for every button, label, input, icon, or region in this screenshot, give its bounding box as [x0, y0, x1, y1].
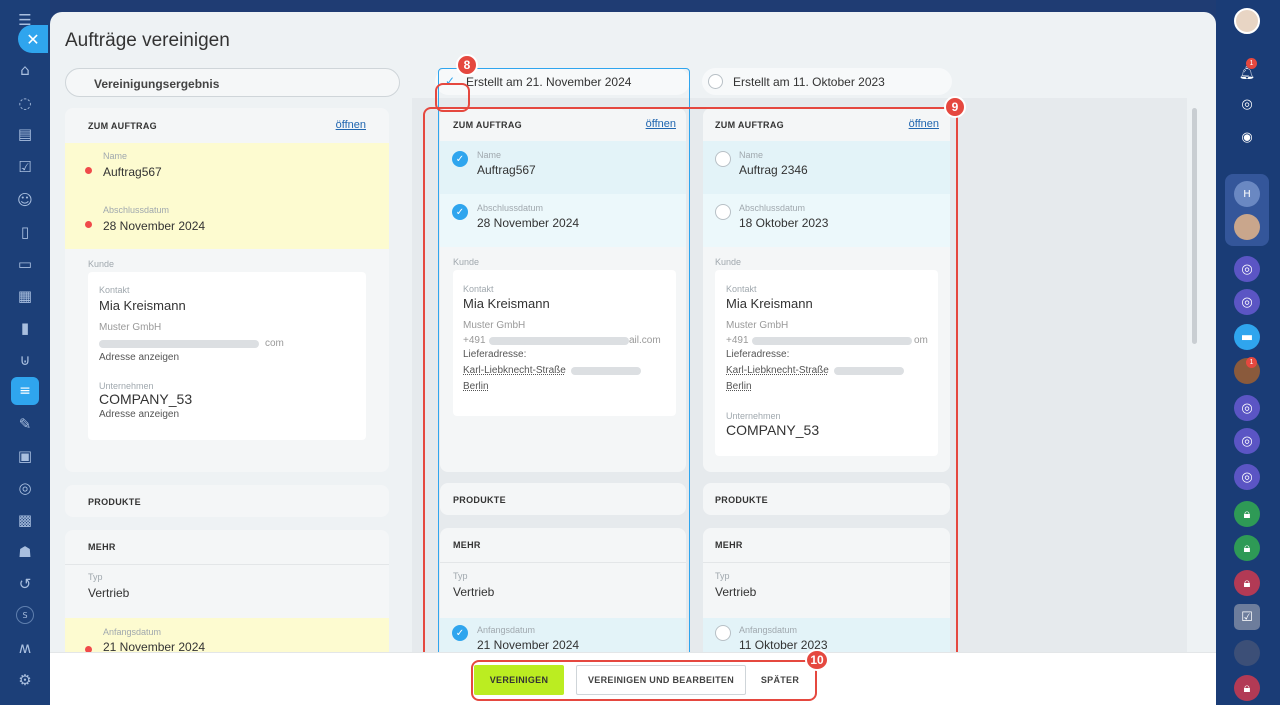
field-label: Anfangsdatum — [103, 627, 162, 637]
channel-icon[interactable]: ◎ — [1234, 464, 1260, 490]
chat-icon[interactable]: ▬ — [1234, 324, 1260, 350]
result-field-name: Name Auftrag567 — [65, 143, 389, 195]
checklist-icon[interactable]: ☑ — [1234, 604, 1260, 630]
annotation-box-10 — [471, 660, 817, 701]
blurred-email — [99, 340, 259, 348]
contact-name: Mia Kreismann — [99, 298, 186, 313]
company-address-link[interactable]: Adresse anzeigen — [99, 409, 179, 420]
lock-icon[interactable]: 🔒︎ — [1234, 570, 1260, 596]
email-tail: com — [265, 338, 284, 349]
merge-result-header: Vereinigungsergebnis — [65, 68, 400, 97]
result-more-section: MEHR Typ Vertrieb Anfangsdatum 21 Novemb… — [65, 530, 389, 660]
page-title: Aufträge vereinigen — [65, 30, 230, 51]
scrollbar[interactable] — [1192, 108, 1197, 344]
open-link[interactable]: öffnen — [336, 119, 366, 131]
lock-icon[interactable]: 🔒︎ — [1234, 675, 1260, 701]
radio-icon — [708, 74, 723, 89]
filter-icon[interactable]: ≡ — [11, 377, 39, 405]
section-title: ZUM AUFTRAG — [88, 121, 157, 131]
notification-badge: 1 — [1246, 357, 1257, 368]
dot-icon — [85, 167, 92, 174]
type-label: Typ — [88, 572, 103, 582]
tasks-icon[interactable]: ◌ — [15, 93, 35, 113]
document-icon[interactable]: ▯ — [15, 222, 35, 242]
result-order-section: ZUM AUFTRAG öffnen Name Auftrag567 Absch… — [65, 108, 389, 472]
signature-icon[interactable]: ↺ — [15, 574, 35, 594]
tab-source-2[interactable]: Erstellt am 11. Oktober 2023 — [702, 68, 952, 95]
annotation-badge-8: 8 — [456, 54, 478, 76]
home-icon[interactable]: ⌂ — [15, 60, 35, 80]
section-title: MEHR — [88, 542, 116, 552]
channel-icon[interactable]: ◎ — [1234, 395, 1260, 421]
tab-label: Erstellt am 11. Oktober 2023 — [733, 75, 885, 89]
card-icon[interactable]: ▭ — [15, 254, 35, 274]
field-label: Abschlussdatum — [103, 205, 170, 215]
avatar-icon[interactable] — [1234, 640, 1260, 666]
result-field-date: Abschlussdatum 28 November 2024 — [65, 195, 389, 249]
s-icon[interactable]: S — [16, 606, 34, 624]
analytics-icon[interactable]: ▮ — [15, 318, 35, 338]
annotation-box-9 — [423, 107, 958, 667]
lock-icon[interactable]: 🔒︎ — [1234, 535, 1260, 561]
h-avatar-icon[interactable]: H — [1234, 181, 1260, 207]
customer-card: Kontakt Mia Kreismann Muster GmbH com Ad… — [88, 272, 366, 440]
contacts-icon[interactable]: ☺ — [15, 190, 35, 210]
chat-icon[interactable]: ▤ — [15, 124, 35, 144]
gear-icon[interactable]: ◎ — [1234, 91, 1260, 117]
presentation-icon[interactable]: ▦ — [15, 286, 35, 306]
type-value: Vertrieb — [88, 586, 130, 600]
copilot-icon[interactable]: ◉ — [1234, 124, 1260, 150]
avatar-icon[interactable] — [1234, 214, 1260, 240]
divider — [65, 564, 389, 565]
close-icon[interactable]: ✕ — [18, 25, 48, 53]
channel-icon[interactable]: ◎ — [1234, 256, 1260, 282]
address-link[interactable]: Adresse anzeigen — [99, 352, 179, 363]
check-icon[interactable]: ☑ — [15, 157, 35, 177]
field-value: 28 November 2024 — [103, 219, 206, 233]
calendar-icon[interactable]: ▩ — [15, 510, 35, 530]
field-value: Auftrag567 — [103, 165, 162, 179]
cart-icon[interactable]: ⊍ — [15, 350, 35, 370]
annotation-badge-10: 10 — [805, 649, 829, 671]
contacts-book-icon[interactable]: ◎ — [15, 478, 35, 498]
left-sidebar: ☰ ⌂ ◌ ▤ ☑ ☺ ▯ ▭ ▦ ▮ ⊍ ≡ ✎ ▣ ◎ ▩ ☗ ↺ S ʍ … — [0, 0, 50, 705]
company-label: Unternehmen — [99, 381, 154, 391]
footer-bar: VEREINIGEN VEREINIGEN UND BEARBEITEN SPÄ… — [50, 649, 1216, 705]
settings-icon[interactable]: ⚙ — [15, 670, 35, 690]
field-label: Name — [103, 151, 128, 161]
customer-label: Kunde — [88, 259, 115, 269]
merge-dialog: Aufträge vereinigen Vereinigungsergebnis… — [50, 12, 1216, 705]
robot-icon[interactable]: ☗ — [15, 542, 35, 562]
avatar-icon[interactable] — [1234, 8, 1260, 34]
channel-icon[interactable]: ◎ — [1234, 428, 1260, 454]
dot-icon — [85, 221, 92, 228]
company-name: COMPANY_53 — [99, 391, 193, 407]
notification-badge: 1 — [1246, 58, 1257, 69]
right-sidebar: 🔔︎ ◎ ◉ H ◎ ◎ ▬ ◎ ◎ ◎ 🔒︎ 🔒︎ 🔒︎ ☑ 🔒︎ — [1216, 0, 1280, 705]
logo-icon[interactable]: ʍ — [15, 638, 35, 658]
annotation-badge-9: 9 — [944, 96, 966, 118]
channel-icon[interactable]: ◎ — [1234, 289, 1260, 315]
contact-label: Kontakt — [99, 285, 130, 295]
company-text: Muster GmbH — [99, 322, 162, 333]
lock-icon[interactable]: 🔒︎ — [1234, 501, 1260, 527]
edit-icon[interactable]: ✎ — [15, 414, 35, 434]
news-icon[interactable]: ▣ — [15, 446, 35, 466]
section-title: PRODUKTE — [88, 497, 141, 507]
result-products-section[interactable]: PRODUKTE — [65, 485, 389, 517]
